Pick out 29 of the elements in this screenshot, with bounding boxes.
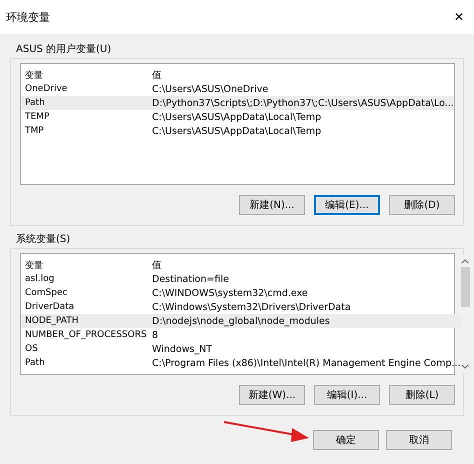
- variable-row[interactable]: NODE_PATH D:\nodejs\node_global\node_modules: [21, 314, 461, 328]
- column-header[interactable]: 变量: [25, 68, 152, 82]
- variable-row[interactable]: asl.log Destination=file: [21, 272, 461, 286]
- variable-row[interactable]: Path D:\Python37\Scripts\;D:\Python37\;C:\Users\ASUS\AppData\Lo...: [21, 96, 454, 110]
- dialog-button[interactable]: 确定: [313, 430, 379, 450]
- dialog-button[interactable]: 新建(N)...: [239, 195, 305, 215]
- variable-row[interactable]: OneDrive C:\Users\ASUS\OneDrive: [21, 82, 454, 96]
- dialog-button[interactable]: 删除(L): [389, 385, 455, 405]
- dialog-button[interactable]: 编辑(I)...: [314, 385, 380, 405]
- dialog-button[interactable]: 编辑(E)...: [314, 195, 380, 215]
- variable-row[interactable]: NUMBER_OF_PROCESSORS 8: [21, 328, 461, 342]
- close-button[interactable]: ✕: [450, 10, 468, 24]
- window-title: 环境变量: [6, 10, 50, 24]
- variable-row[interactable]: TEMP C:\Users\ASUS\AppData\Local\Temp: [21, 110, 454, 124]
- variable-row[interactable]: OS Windows_NT: [21, 342, 461, 356]
- variable-row[interactable]: DriverData C:\Windows\System32\Drivers\DriverData: [21, 300, 461, 314]
- column-header[interactable]: 变量: [25, 258, 152, 272]
- dialog-button[interactable]: 删除(D): [389, 195, 455, 215]
- variable-row[interactable]: ComSpec C:\WINDOWS\system32\cmd.exe: [21, 286, 461, 300]
- group-label: ASUS 的用户变量(U): [15, 42, 112, 56]
- variable-row[interactable]: Path C:\Program Files (x86)\Intel\Intel(R) Management Engine Comp...: [21, 356, 461, 370]
- scroll-down-icon[interactable]: [461, 364, 470, 369]
- column-header[interactable]: 值: [152, 68, 454, 82]
- column-header[interactable]: 值: [152, 258, 461, 272]
- group-label: 系统变量(S): [15, 232, 70, 246]
- dialog-button[interactable]: 新建(W)...: [239, 385, 305, 405]
- dialog-button[interactable]: 取消: [386, 430, 452, 450]
- variable-row[interactable]: TMP C:\Users\ASUS\AppData\Local\Temp: [21, 124, 454, 138]
- scroll-up-icon[interactable]: [461, 259, 470, 264]
